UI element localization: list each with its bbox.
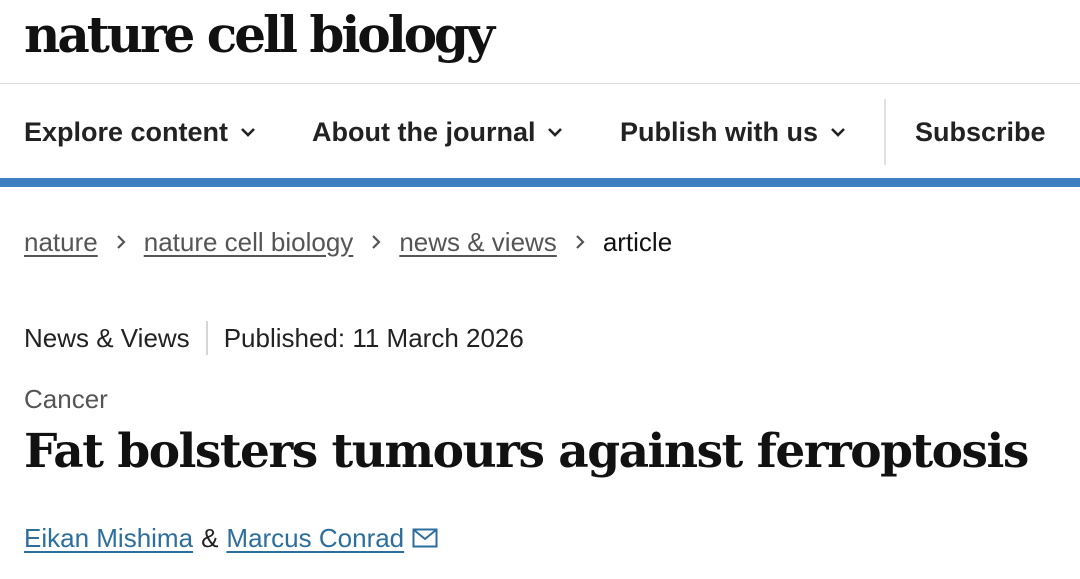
mail-icon[interactable] [412, 528, 438, 548]
nav-divider [884, 99, 886, 165]
nav-about-the-journal[interactable]: About the journal [312, 84, 563, 180]
chevron-right-icon [116, 234, 126, 250]
chevron-right-icon [575, 234, 585, 250]
nav-accent-bar [0, 178, 1080, 187]
author-separator: & [201, 522, 219, 553]
journal-logo[interactable]: nature cell biology [24, 4, 495, 66]
subscribe-link[interactable]: Subscribe [915, 84, 1046, 180]
nav-item-label: Publish with us [620, 116, 819, 147]
page: nature cell biology Explore content Abou… [0, 0, 1080, 579]
nav-item-label: About the journal [312, 116, 536, 147]
author-list: Eikan Mishima & Marcus Conrad [24, 518, 438, 558]
breadcrumb: nature nature cell biology news & views … [24, 222, 672, 262]
published-date: Published: 11 March 2026 [223, 322, 524, 353]
article-type: News & Views [24, 322, 190, 353]
chevron-down-icon [240, 127, 256, 137]
author-link[interactable]: Eikan Mishima [24, 523, 193, 554]
nav-item-label: Explore content [24, 116, 229, 147]
article-meta: News & Views Published: 11 March 2026 [24, 318, 524, 358]
breadcrumb-link-journal[interactable]: nature cell biology [144, 227, 354, 258]
article-title: Fat bolsters tumours against ferroptosis [24, 424, 1029, 479]
breadcrumb-current: article [602, 226, 673, 257]
meta-divider [205, 321, 208, 355]
main-nav: Explore content About the journal Publis… [0, 84, 1080, 180]
chevron-down-icon [547, 127, 563, 137]
breadcrumb-link-news-views[interactable]: news & views [399, 227, 557, 258]
nav-publish-with-us[interactable]: Publish with us [620, 84, 846, 180]
chevron-down-icon [830, 127, 846, 137]
nav-explore-content[interactable]: Explore content [24, 84, 256, 180]
chevron-right-icon [371, 234, 381, 250]
author-link[interactable]: Marcus Conrad [226, 523, 404, 554]
masthead: nature cell biology [0, 0, 1080, 84]
breadcrumb-link-nature[interactable]: nature [24, 227, 98, 258]
article-subject[interactable]: Cancer [24, 384, 108, 415]
